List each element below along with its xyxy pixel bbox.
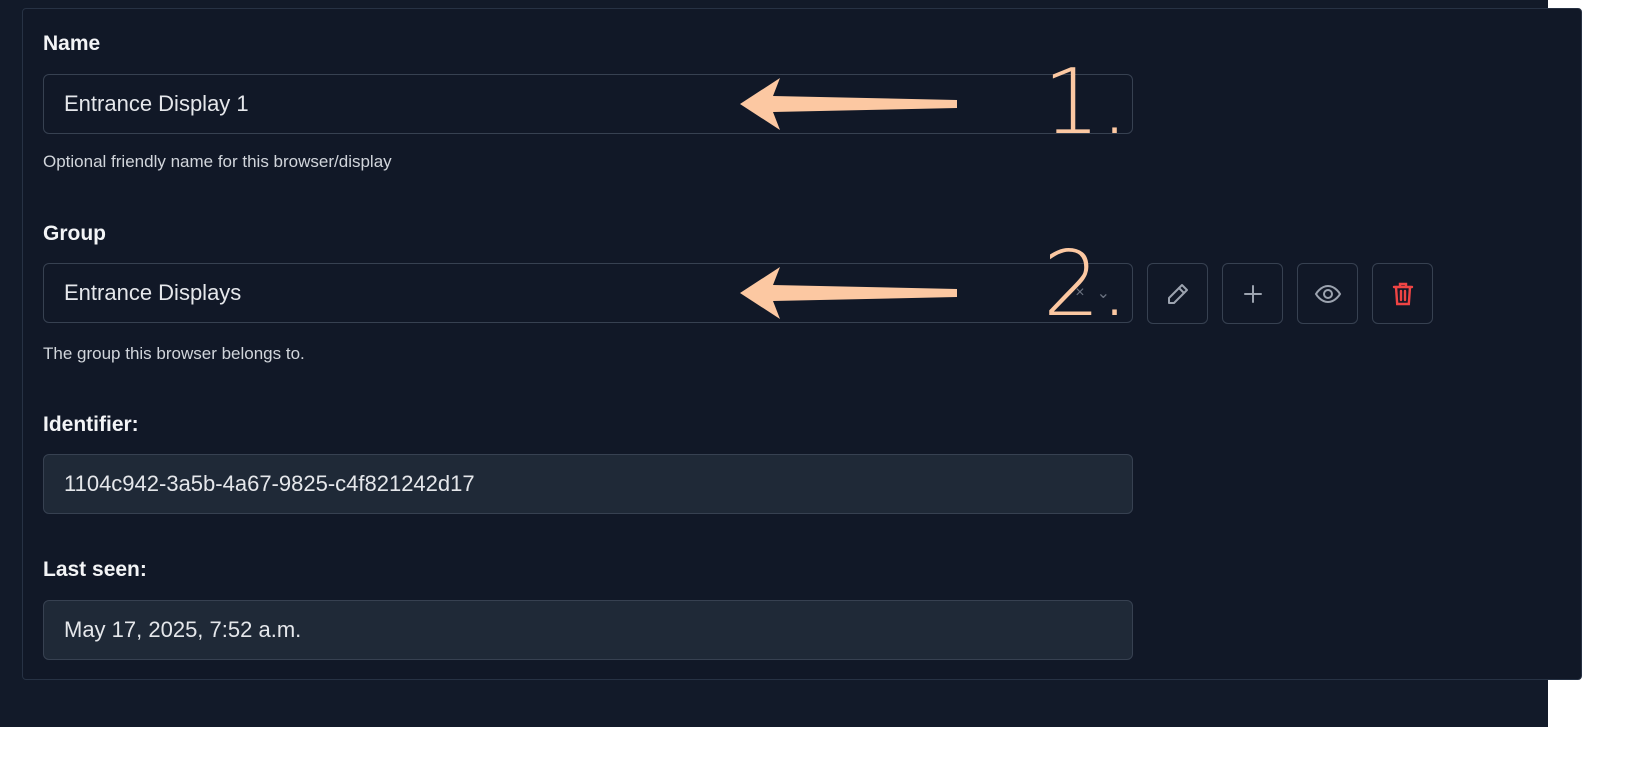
annotation-number-2: 2. — [1043, 232, 1129, 337]
last-seen-label: Last seen: — [43, 558, 147, 581]
name-input-value: Entrance Display 1 — [64, 91, 249, 116]
group-select[interactable]: Entrance Displays × ⌄ — [43, 263, 1133, 323]
group-label: Group — [43, 222, 106, 245]
trash-icon — [1392, 282, 1413, 305]
identifier-field: 1104c942-3a5b-4a67-9825-c4f821242d17 — [43, 454, 1133, 514]
name-help-text: Optional friendly name for this browser/… — [43, 152, 392, 171]
identifier-label: Identifier: — [43, 413, 139, 436]
group-help-text: The group this browser belongs to. — [43, 344, 305, 363]
eye-icon — [1314, 284, 1341, 303]
annotation-arrow-2 — [740, 267, 957, 319]
last-seen-value: May 17, 2025, 7:52 a.m. — [64, 617, 302, 642]
group-select-value: Entrance Displays — [64, 280, 242, 305]
name-label: Name — [43, 32, 101, 55]
last-seen-field: May 17, 2025, 7:52 a.m. — [43, 600, 1133, 660]
add-group-button[interactable] — [1222, 263, 1283, 324]
annotation-number-1: 1. — [1043, 50, 1129, 155]
identifier-value: 1104c942-3a5b-4a67-9825-c4f821242d17 — [64, 471, 475, 496]
name-input[interactable]: Entrance Display 1 — [43, 74, 1133, 134]
bottom-strip — [0, 727, 1643, 764]
annotation-arrow-1 — [740, 78, 957, 130]
edit-group-button[interactable] — [1147, 263, 1208, 324]
pencil-icon — [1167, 283, 1188, 304]
view-group-button[interactable] — [1297, 263, 1358, 324]
delete-group-button[interactable] — [1372, 263, 1433, 324]
plus-icon — [1243, 284, 1262, 303]
